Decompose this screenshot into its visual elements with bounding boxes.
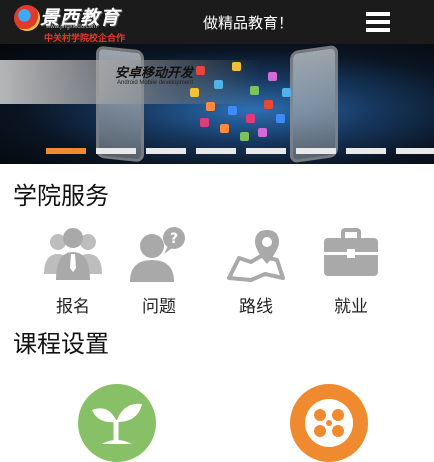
- site-logo[interactable]: 景西教育 www.jingxiedu.com 中关村学院校企合作: [14, 2, 164, 44]
- svg-text:?: ?: [170, 231, 178, 247]
- service-label-enroll: 报名: [56, 297, 90, 317]
- hamburger-menu-icon[interactable]: [366, 12, 392, 32]
- app-chip-icon: [276, 114, 285, 123]
- app-chip-icon: [250, 86, 259, 95]
- app-chip-icon: [190, 88, 199, 97]
- app-chip-icon: [206, 102, 215, 111]
- banner-title: 安卓移动开发: [115, 66, 194, 81]
- logo-swirl-icon: [14, 5, 40, 31]
- slide-indicator-5[interactable]: [246, 148, 286, 154]
- map-pin-icon: [227, 230, 285, 282]
- app-chip-icon: [220, 124, 229, 133]
- people-group-icon: [44, 228, 102, 280]
- header-slogan: 做精品教育！: [203, 14, 294, 32]
- service-label-route: 路线: [239, 297, 273, 317]
- logo-subtitle: 中关村学院校企合作: [44, 34, 126, 44]
- banner-carousel[interactable]: 安卓移动开发 Android Mobile development: [0, 44, 434, 164]
- app-chip-icon: [264, 100, 273, 109]
- service-label-employment: 就业: [334, 297, 368, 317]
- banner-subtitle: Android Mobile development: [117, 80, 194, 86]
- course-item-sprout[interactable]: [78, 384, 156, 462]
- app-chip-icon: [196, 66, 205, 75]
- slide-indicator-3[interactable]: [146, 148, 186, 154]
- service-item-questions[interactable]: ? 问题: [124, 224, 194, 317]
- logo-url: www.jingxiedu.com: [46, 24, 98, 30]
- slide-indicator-6[interactable]: [296, 148, 336, 154]
- slide-indicator-7[interactable]: [346, 148, 386, 154]
- top-header: 景西教育 www.jingxiedu.com 中关村学院校企合作 做精品教育！: [0, 0, 434, 44]
- app-chip-icon: [232, 62, 241, 71]
- app-chip-icon: [282, 88, 291, 97]
- service-item-employment[interactable]: 就业: [316, 224, 386, 317]
- slide-indicator-1[interactable]: [46, 148, 86, 154]
- app-chip-icon: [258, 128, 267, 137]
- services-section-title: 学院服务: [13, 182, 109, 210]
- app-chip-icon: [268, 72, 277, 81]
- course-item-film[interactable]: [290, 384, 368, 462]
- film-reel-icon: [305, 399, 353, 447]
- briefcase-icon: [324, 228, 378, 276]
- app-chip-icon: [228, 106, 237, 115]
- slide-indicator-4[interactable]: [196, 148, 236, 154]
- app-chip-icon: [214, 80, 223, 89]
- person-question-icon: ?: [130, 227, 185, 282]
- sprout-icon: [92, 403, 142, 444]
- courses-section-title: 课程设置: [13, 330, 109, 358]
- service-label-questions: 问题: [142, 297, 176, 317]
- app-chip-icon: [200, 118, 209, 127]
- service-item-enroll[interactable]: 报名: [38, 224, 108, 317]
- app-chip-icon: [240, 132, 249, 141]
- slide-indicator-2[interactable]: [96, 148, 136, 154]
- slide-indicator-8[interactable]: [396, 148, 434, 154]
- phone-right-image: [290, 44, 338, 164]
- app-chip-icon: [246, 114, 255, 123]
- service-item-route[interactable]: 路线: [221, 224, 291, 317]
